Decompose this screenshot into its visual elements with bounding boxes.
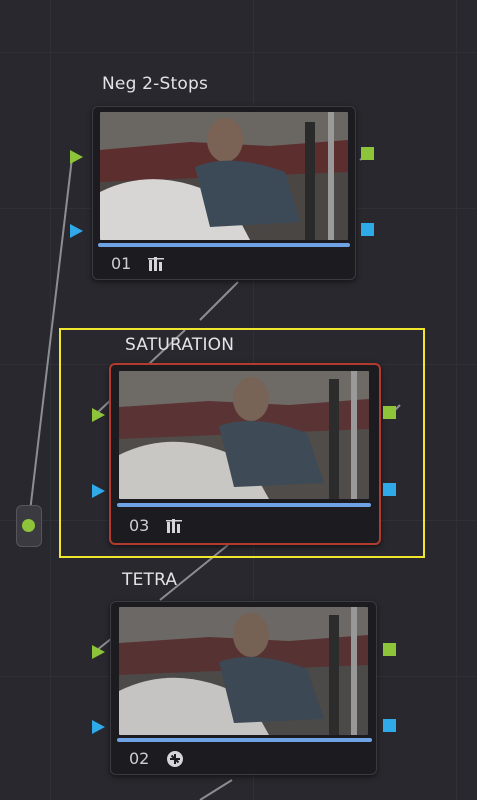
alpha-input-port[interactable] — [92, 720, 105, 734]
rgb-input-port[interactable] — [70, 150, 83, 164]
source-output-dot[interactable] — [22, 519, 35, 532]
connection-line — [199, 779, 233, 800]
node-progress-bar — [117, 738, 372, 742]
alpha-output-port[interactable] — [383, 719, 396, 732]
rgb-output-port[interactable] — [361, 147, 374, 160]
scopes-bars-icon — [148, 257, 164, 271]
node-neg-2-stops[interactable]: 01 — [92, 106, 356, 280]
node-number: 01 — [111, 254, 132, 273]
node-thumbnail — [100, 112, 348, 240]
node-tetra[interactable]: 02 — [110, 601, 377, 775]
node-progress-bar — [98, 243, 350, 247]
node-graph-canvas[interactable]: Neg 2-Stops 01 SATURATION 03 TETRA 02 — [0, 0, 477, 800]
source-input-node[interactable] — [16, 505, 42, 547]
node-number: 02 — [129, 749, 150, 768]
node-thumbnail — [119, 607, 368, 735]
alpha-input-port[interactable] — [70, 224, 83, 238]
node-label: Neg 2-Stops — [102, 74, 209, 94]
node-label: TETRA — [122, 570, 178, 590]
rgb-output-port[interactable] — [383, 643, 396, 656]
selection-highlight-box — [59, 328, 425, 558]
rgb-input-port[interactable] — [92, 645, 105, 659]
connection-line — [199, 281, 239, 321]
color-wheel-badge-icon — [167, 751, 183, 767]
alpha-output-port[interactable] — [361, 223, 374, 236]
